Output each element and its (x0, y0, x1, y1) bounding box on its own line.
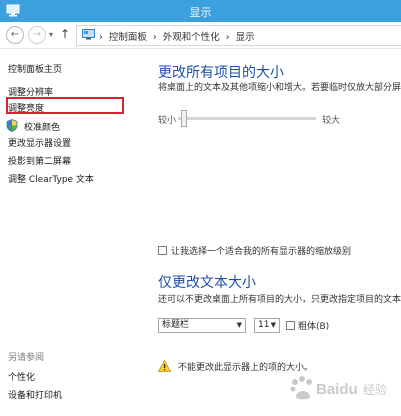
text-size-heading: 仅更改文本大小 (158, 275, 256, 291)
breadcrumb-path: › 控制面板 › 外观和个性化 › 显示 (99, 29, 258, 43)
recent-locations-dropdown[interactable]: ▾ (49, 30, 53, 39)
breadcrumb-control-panel[interactable]: 控制面板 (109, 32, 147, 43)
sidebar-item-cleartype[interactable]: 调整 ClearType 文本 (8, 172, 94, 185)
breadcrumb-separator: › (225, 32, 230, 43)
slider-min-label: 较小 (158, 116, 177, 126)
bold-label[interactable]: 粗体(B) (298, 319, 329, 332)
bold-checkbox[interactable] (286, 321, 295, 330)
size-slider-thumb[interactable] (180, 110, 187, 127)
shield-icon (6, 119, 18, 132)
title-bar: 显示 (0, 0, 401, 22)
breadcrumb-appearance[interactable]: 外观和个性化 (163, 32, 220, 43)
control-panel-icon (82, 29, 95, 40)
custom-scaling-label[interactable]: 让我选择一个适合我的所有显示器的缩放级别 (171, 244, 351, 257)
breadcrumb-display[interactable]: 显示 (236, 32, 255, 43)
sidebar-item-display-settings[interactable]: 更改显示器设置 (8, 136, 71, 149)
chevron-down-icon: ▼ (236, 321, 242, 329)
svg-text:经验: 经验 (363, 382, 387, 397)
sidebar-item-calibrate[interactable]: 校准颜色 (24, 120, 60, 133)
up-button[interactable]: ↑ (60, 27, 70, 41)
breadcrumb-separator: › (152, 32, 157, 43)
breadcrumb[interactable]: › 控制面板 › 外观和个性化 › 显示 (76, 25, 401, 46)
item-select-value: 标题栏 (162, 320, 190, 330)
size-slider-track[interactable] (178, 117, 316, 120)
back-button[interactable]: ← (6, 26, 24, 44)
size-description: 将桌面上的文本及其他项缩小和增大。若要临时仅放大部分屏幕， (158, 83, 401, 93)
text-size-description: 还可以不更改桌面上所有项目的大小，只更改指定项目的文本大小 (158, 295, 401, 305)
highlight-box (6, 97, 124, 114)
svg-text:Baidu: Baidu (316, 381, 358, 398)
slider-max-label: 较大 (322, 116, 341, 126)
item-select[interactable]: 标题栏 ▼ (158, 318, 246, 333)
size-select-value: 11 (258, 320, 270, 330)
sidebar-home-link[interactable]: 控制面板主页 (8, 62, 62, 75)
warning-icon (158, 360, 171, 372)
page-title: 更改所有项目的大小 (158, 65, 284, 81)
size-select[interactable]: 11 ▼ (254, 318, 280, 333)
sidebar-item-devices-printers[interactable]: 设备和打印机 (8, 388, 62, 401)
sidebar-item-project[interactable]: 投影到第二屏幕 (8, 154, 71, 167)
address-bar: ← → ▾ ↑ › 控制面板 › 外观和个性化 › 显示 (0, 22, 401, 49)
sidebar-item-personalization[interactable]: 个性化 (8, 370, 35, 383)
see-also-heading: 另请参阅 (8, 353, 45, 363)
custom-scaling-checkbox[interactable] (158, 246, 167, 255)
forward-button[interactable]: → (28, 26, 46, 44)
baidu-jingyan-watermark: Baidu 经验 (290, 376, 387, 400)
chevron-down-icon: ▼ (270, 321, 276, 329)
window-title: 显示 (189, 6, 212, 19)
breadcrumb-separator: › (99, 32, 103, 43)
